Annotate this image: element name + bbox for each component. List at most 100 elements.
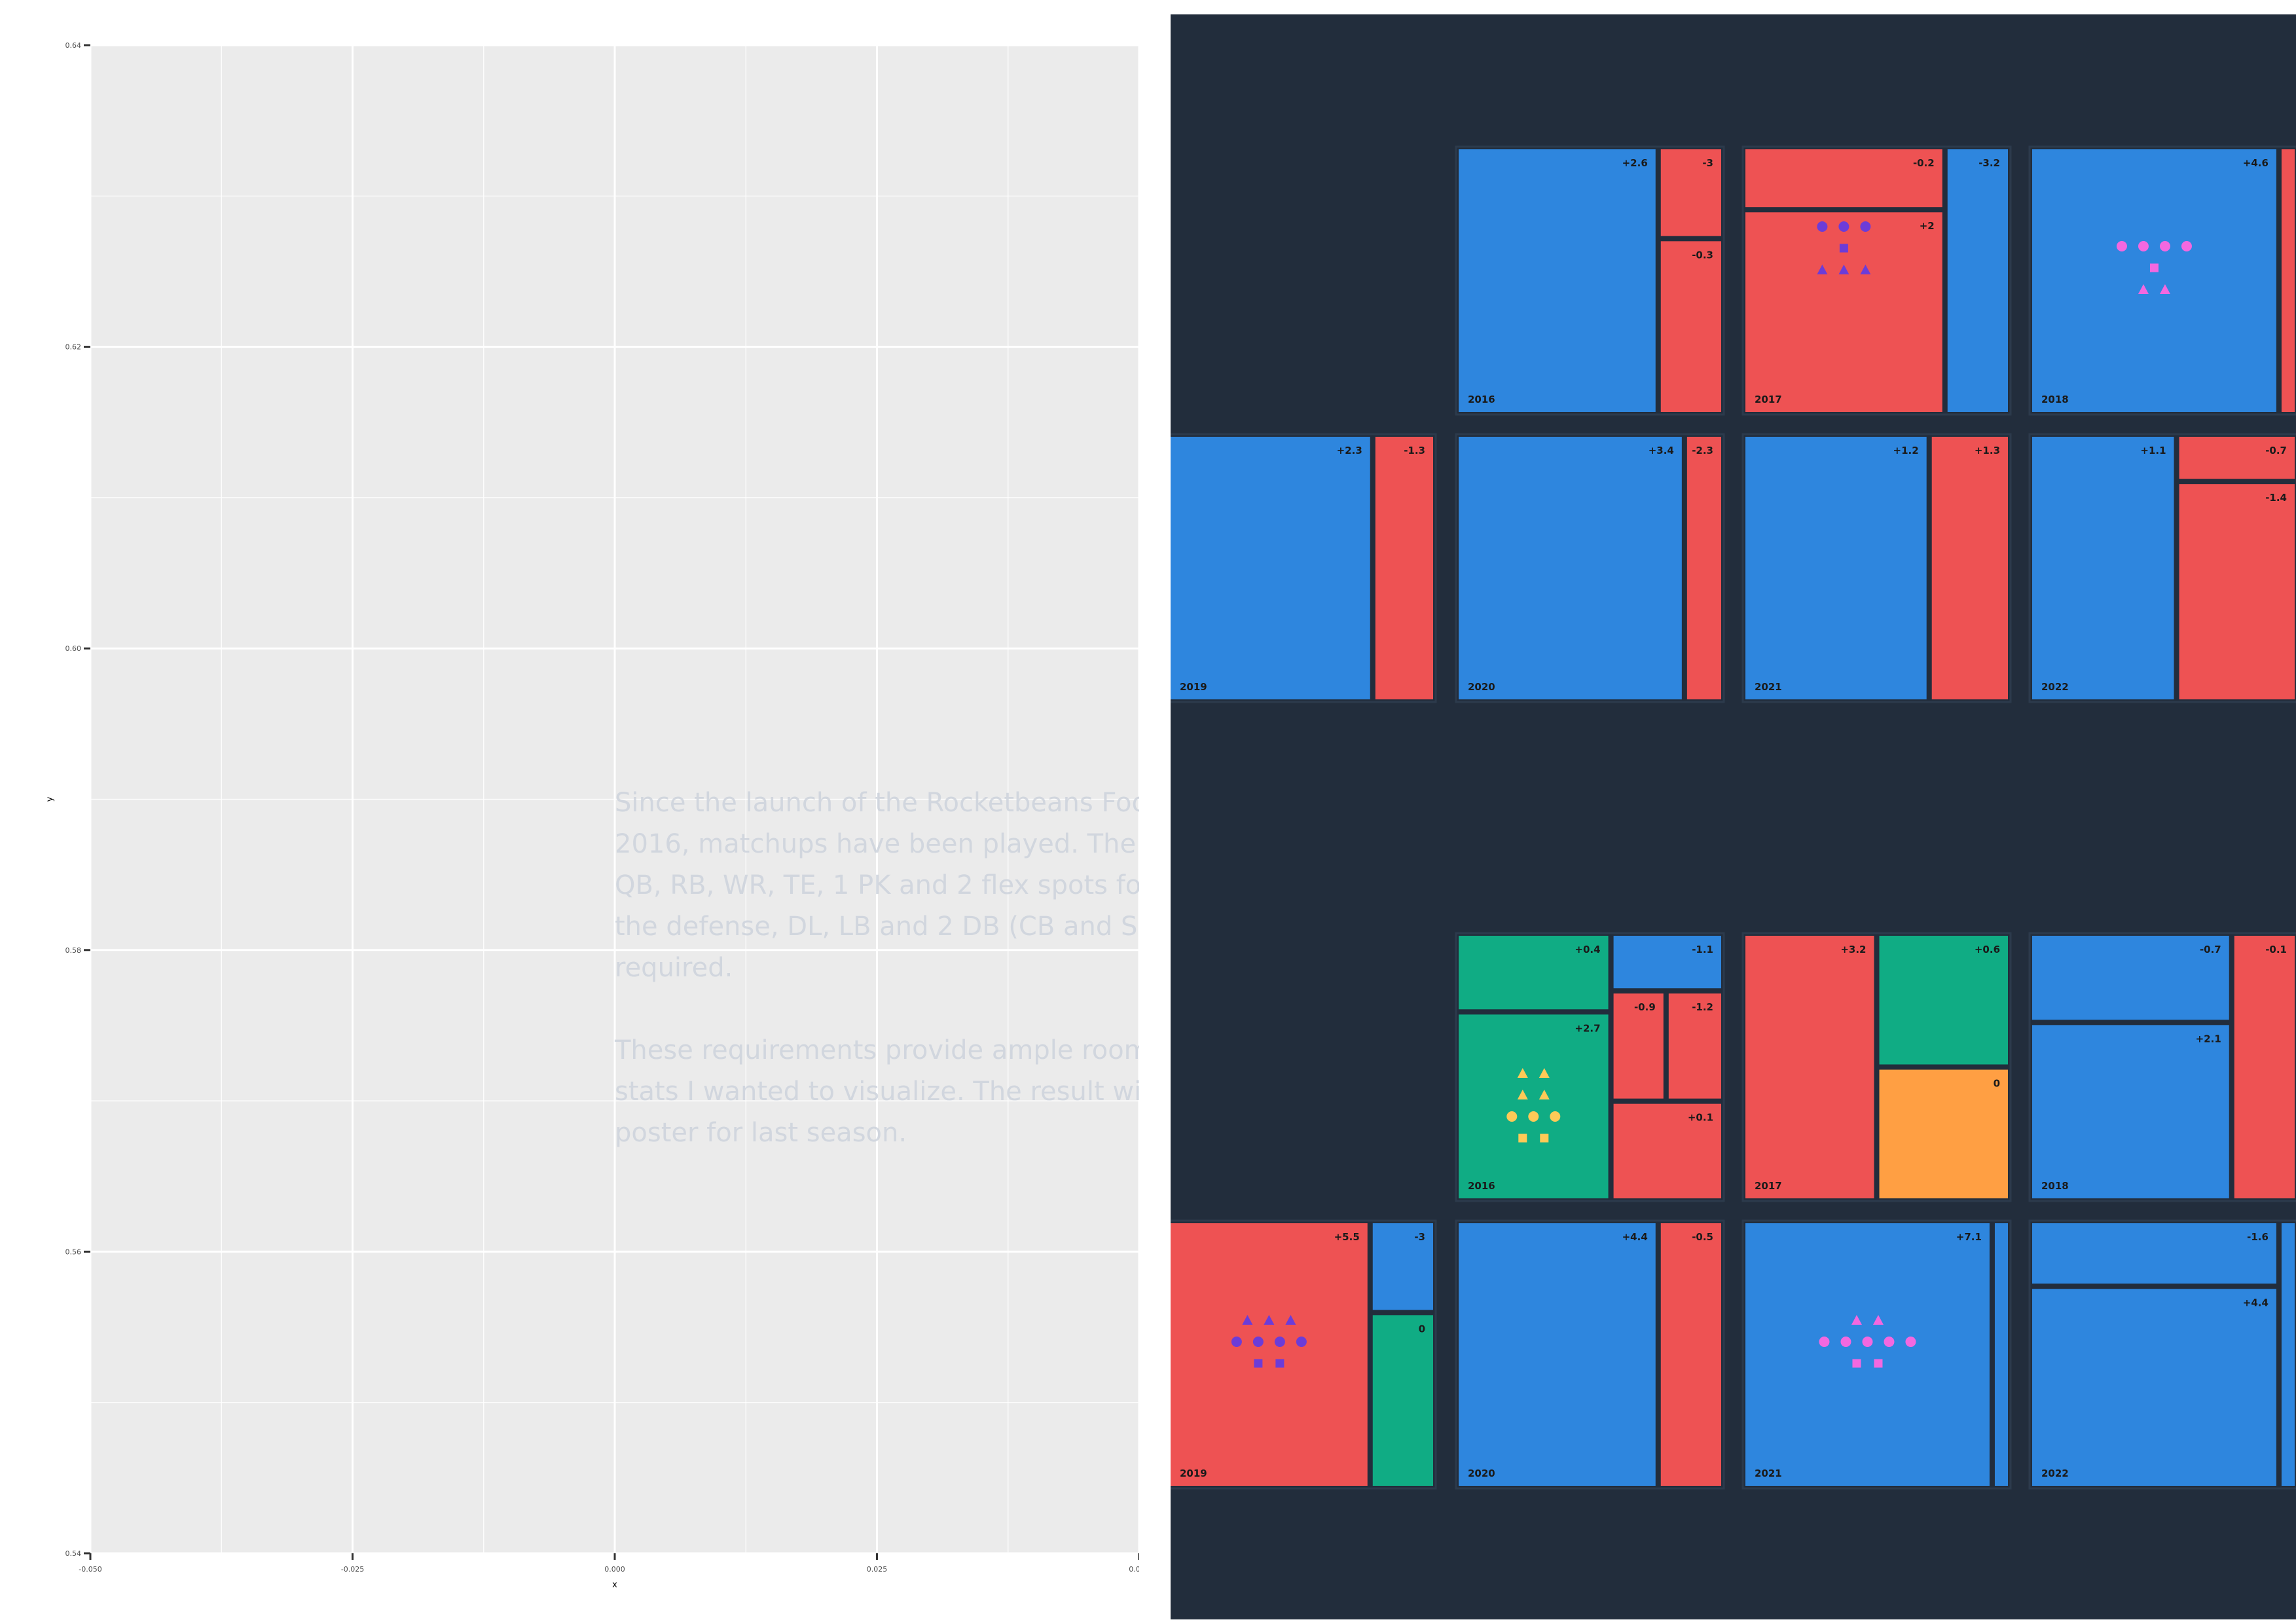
lineup-circle-icon: [1252, 1337, 1264, 1347]
treemap-tile: [1994, 1223, 2008, 1486]
treemap-year-label: 2021: [1755, 681, 1782, 693]
treemap-group-2016: +0.4 -1.1 +2.7 -0.9 -1.2 +0.1 2016: [1455, 932, 1725, 1202]
tile-value-label: -3: [1702, 157, 1713, 169]
x-tick-label: 0.000: [604, 1565, 625, 1574]
lineup-circle-icon: [1506, 1111, 1518, 1122]
treemap-tile: [1660, 241, 1721, 412]
lineup-circle-icon: [2116, 241, 2127, 251]
treemap-tile: [1459, 437, 1682, 699]
lineup-square-icon: [1540, 1134, 1549, 1143]
treemap-tile: [1879, 1069, 2008, 1198]
treemap-tile: [1686, 437, 1721, 699]
treemap-group-2021: +7.1 2021: [1741, 1219, 2012, 1490]
x-tick-label: -0.050: [79, 1565, 101, 1574]
lineup-circle-icon: [1817, 221, 1828, 232]
treemap-group-2017: +3.2 +0.6 0 2017: [1741, 932, 2012, 1202]
y-tick-label: 0.58: [65, 946, 82, 955]
tile-value-label: -2.3: [1692, 445, 1713, 456]
treemap-tile: [1660, 1223, 1721, 1486]
treemap-grid: +2.6 -3 -0.3 2016 -0.2 -3.2 +2 2017 +4.6 2018 +2.3…: [1171, 145, 2296, 1490]
lineup-circle-icon: [1884, 1337, 1895, 1347]
tile-value-label: 0: [1419, 1323, 1425, 1335]
y-tick-label: 0.62: [65, 343, 82, 352]
lineup-circle-icon: [1528, 1111, 1539, 1122]
tile-value-label: +7.1: [1956, 1231, 1982, 1243]
treemap-tile: [1745, 437, 1927, 699]
treemap-tile: [1375, 437, 1433, 699]
treemap-year-label: 2022: [2041, 1467, 2069, 1479]
tile-value-label: +0.6: [1975, 944, 2000, 955]
treemap-group-2022: +1.1 -0.7 -1.4 2022: [2028, 433, 2296, 703]
tile-value-label: 0: [1994, 1078, 2000, 1090]
treemap-tile: [1171, 1223, 1368, 1486]
treemap-tile: [1459, 149, 1656, 412]
tile-value-label: +3.2: [1840, 944, 1866, 955]
tile-value-label: +2.7: [1575, 1022, 1600, 1034]
tile-value-label: +2.3: [1337, 445, 1362, 456]
tile-value-label: -0.1: [2265, 944, 2287, 955]
lineup-circle-icon: [1296, 1337, 1307, 1347]
lineup-square-icon: [1254, 1359, 1263, 1368]
tile-value-label: -1.2: [1692, 1001, 1713, 1013]
lineup-circle-icon: [1838, 221, 1850, 232]
tile-value-label: -0.2: [1913, 157, 1935, 169]
treemap-tile: [1372, 1315, 1433, 1486]
treemap-tile: [2032, 1223, 2276, 1284]
treemap-group-2019: +2.3 -1.3 2019: [1171, 433, 1437, 703]
treemap-year-label: 2020: [1468, 681, 1495, 693]
lineup-square-icon: [1518, 1134, 1527, 1143]
treemap-year-label: 2022: [2041, 681, 2069, 693]
tile-value-label: -0.7: [2265, 445, 2287, 456]
scatter-plot-area: -0.050 -0.025 0.000 0.025 0.050 0.54 0.56 0.58 0…: [45, 41, 1139, 1590]
y-tick-label: 0.56: [65, 1247, 82, 1256]
treemap-year-label: 2019: [1180, 1467, 1207, 1479]
tile-value-label: -3: [1414, 1231, 1425, 1243]
lineup-circle-icon: [1860, 221, 1871, 232]
tile-value-label: -1.1: [1692, 944, 1713, 955]
tile-value-label: +5.5: [1334, 1231, 1360, 1243]
tile-value-label: +2.1: [2196, 1033, 2221, 1044]
treemap-group-2018: -0.7 -0.1 +2.1 2018: [2028, 932, 2296, 1202]
treemap-tile: [1459, 1223, 1656, 1486]
lineup-circle-icon: [1274, 1337, 1285, 1347]
y-tick-label: 0.64: [65, 41, 82, 50]
lineup-circle-icon: [2159, 241, 2170, 251]
tile-value-label: -3.2: [1978, 157, 2000, 169]
tile-value-label: +1.3: [1975, 445, 2000, 456]
treemap-tile: [1745, 212, 1942, 412]
treemap-group-2018: +4.6 2018: [2028, 145, 2296, 416]
lineup-circle-icon: [1550, 1111, 1561, 1122]
treemap-group-2019: +5.5 -3 0 2019: [1171, 1219, 1437, 1490]
treemap-tile: [1745, 936, 1874, 1198]
lineup-circle-icon: [1905, 1337, 1916, 1347]
treemap-tile: [2179, 484, 2295, 699]
treemap-tile: [1171, 437, 1370, 699]
treemap-year-label: 2017: [1755, 394, 1782, 405]
treemap-tile: [2032, 1025, 2229, 1198]
treemap-tile: [2032, 1289, 2276, 1486]
treemap-tile: [2032, 149, 2276, 412]
tile-value-label: -0.9: [1634, 1001, 1656, 1013]
lineup-square-icon: [1874, 1359, 1883, 1368]
treemap-tile: [1459, 1014, 1609, 1198]
x-axis-title: x: [612, 1580, 617, 1590]
lineup-circle-icon: [2138, 241, 2149, 251]
treemap-group-2022: -1.6 +4.4 2022: [2028, 1219, 2296, 1490]
tile-value-label: -1.6: [2247, 1231, 2269, 1243]
treemap-year-label: 2018: [2041, 394, 2069, 405]
lineup-circle-icon: [2181, 241, 2192, 251]
tile-value-label: +1.2: [1893, 445, 1919, 456]
treemap-group-2017: -0.2 -3.2 +2 2017: [1741, 145, 2012, 416]
treemap-year-label: 2016: [1468, 1180, 1495, 1192]
lineup-circle-icon: [1862, 1337, 1873, 1347]
treemap-tile: [1931, 437, 2008, 699]
tile-value-label: +1.1: [2140, 445, 2166, 456]
lineup-circle-icon: [1231, 1337, 1242, 1347]
lineup-square-icon: [1839, 244, 1848, 253]
treemap-year-label: 2018: [2041, 1180, 2069, 1192]
treemap-tile: [1947, 149, 2008, 412]
y-tick-label: 0.54: [65, 1549, 82, 1558]
tile-value-label: +0.1: [1688, 1112, 1713, 1124]
lineup-square-icon: [1852, 1359, 1861, 1368]
treemap-tile: [2234, 936, 2295, 1198]
